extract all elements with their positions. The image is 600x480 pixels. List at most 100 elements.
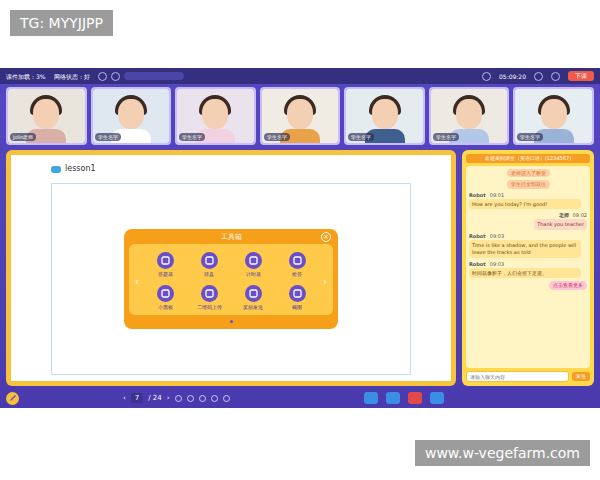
- chat-panel: 欢迎来到课堂（英语口语）(1234567)老师进入了教室学生已全部就位Robot…: [462, 150, 594, 386]
- slide-area: 工具箱 × ‹答题器转盘 计时器 抢答小黑板 二维码上传 奖励发送 截图 ›: [51, 183, 411, 375]
- top-right: 05:09:20 下课: [482, 71, 594, 80]
- participant-name: Jolin老师: [10, 133, 36, 141]
- sender-name: 老师: [559, 212, 569, 218]
- main-area: lesson1 工具箱 × ‹答题器转盘 计时器 抢答小黑板 二维码上传 奖励发送 截图 › 欢迎来…: [0, 148, 600, 388]
- message-text: Thank you teacher: [534, 219, 587, 230]
- video-tile[interactable]: 学生名字: [91, 87, 172, 145]
- chat-input[interactable]: [466, 371, 569, 382]
- message-time: 09:02: [573, 212, 587, 218]
- participant-name: 学生名字: [264, 133, 290, 141]
- end-class-button[interactable]: 下课: [568, 71, 594, 80]
- chat-list: 老师进入了教室学生已全部就位Robot09:01How are you toda…: [466, 166, 590, 369]
- lesson-header: lesson1: [51, 163, 411, 175]
- toolbox-title: 工具箱: [221, 232, 242, 243]
- tool-icon: [245, 285, 262, 302]
- message-time: 09:03: [490, 261, 504, 267]
- tool-label: 小黑板: [158, 304, 173, 310]
- chat-input-row: 发送: [466, 371, 590, 382]
- tool-label: 计时器: [246, 271, 261, 277]
- lesson-title: lesson1: [65, 163, 96, 175]
- tool-item[interactable]: 奖励发送: [231, 285, 275, 310]
- view-button[interactable]: [111, 72, 120, 81]
- page-dot[interactable]: [230, 320, 233, 323]
- class-time: 05:09:20: [499, 72, 526, 81]
- pencil-icon: [9, 394, 17, 402]
- chat-message: Robot09:01How are you today? I'm good!: [469, 192, 587, 210]
- message-header: Robot 09:03: [469, 261, 587, 267]
- participant-name: 学生名字: [348, 133, 374, 141]
- message-header: Robot09:01: [469, 192, 587, 198]
- chat-message: Robot09:03Time is like a shadow, and the…: [469, 233, 587, 258]
- prev-button[interactable]: ‹: [133, 274, 141, 289]
- message-text: 时间就像影子，人们会留下足迹。: [469, 268, 581, 279]
- zoom-icon[interactable]: [211, 395, 218, 402]
- side-tools: [364, 392, 444, 404]
- tool-label: 奖励发送: [243, 304, 263, 310]
- status-text: 网络状态：好: [54, 72, 90, 81]
- tool-item[interactable]: 转盘: [187, 252, 231, 277]
- send-button[interactable]: 发送: [572, 372, 590, 381]
- page-total: / 24: [148, 393, 162, 404]
- page-dots: [129, 320, 333, 323]
- video-tile[interactable]: 学生名字: [260, 87, 341, 145]
- tool-icon: [201, 285, 218, 302]
- video-tile[interactable]: 学生名字: [513, 87, 594, 145]
- status-text: 课件加载：3%: [6, 72, 46, 81]
- prev-page-button[interactable]: ‹: [123, 393, 126, 404]
- chat-notice: 学生已全部就位: [507, 180, 550, 189]
- pager: ‹ 7 / 24 ›: [123, 393, 230, 404]
- bottom-watermark-zone: www.w-vegefarm.com: [0, 408, 600, 480]
- toolbox-header: 工具箱 ×: [129, 231, 333, 244]
- tool-item[interactable]: 小黑板: [143, 285, 187, 310]
- message-time: 09:03: [490, 233, 504, 239]
- tool-button-icon[interactable]: [430, 392, 444, 404]
- chat-title: 欢迎来到课堂（英语口语）(1234567): [466, 154, 590, 163]
- top-bar: 课件加载：3% 网络状态：好 05:09:20 下课: [0, 68, 600, 84]
- zoom-icon[interactable]: [175, 395, 182, 402]
- zoom-icon[interactable]: [199, 395, 206, 402]
- video-tile[interactable]: 学生名字: [344, 87, 425, 145]
- status-bar-slot: [124, 72, 184, 80]
- tool-button-icon[interactable]: [386, 392, 400, 404]
- tool-icon: [289, 252, 306, 269]
- tool-icon: [289, 285, 306, 302]
- tool-label: 转盘: [204, 271, 214, 277]
- participant-name: 学生名字: [95, 133, 121, 141]
- next-button[interactable]: ›: [321, 274, 329, 289]
- message-text: How are you today? I'm good!: [469, 199, 581, 210]
- tool-item[interactable]: 答题器: [143, 252, 187, 277]
- whiteboard: lesson1 工具箱 × ‹答题器转盘 计时器 抢答小黑板 二维码上传 奖励发送 截图 ›: [6, 150, 456, 386]
- tool-item[interactable]: 抢答: [275, 252, 319, 277]
- next-page-button[interactable]: ›: [167, 393, 170, 404]
- settings-icon[interactable]: [534, 72, 543, 81]
- close-button[interactable]: ×: [321, 232, 331, 242]
- participant-name: 学生名字: [433, 133, 459, 141]
- tool-item[interactable]: 截图: [275, 285, 319, 310]
- sender-name: Robot: [469, 261, 486, 267]
- tool-label: 二维码上传: [197, 304, 222, 310]
- watermark: TG: MYYJJPP: [10, 10, 113, 36]
- toolbox-body: ‹答题器转盘 计时器 抢答小黑板 二维码上传 奖励发送 截图 ›: [129, 244, 333, 315]
- tool-item[interactable]: 计时器: [231, 252, 275, 277]
- tool-icon: [201, 252, 218, 269]
- page-number[interactable]: 7: [131, 393, 143, 404]
- toolbox-dialog: 工具箱 × ‹答题器转盘 计时器 抢答小黑板 二维码上传 奖励发送 截图 ›: [124, 229, 338, 329]
- tool-label: 截图: [292, 304, 302, 310]
- help-icon[interactable]: [551, 72, 560, 81]
- tool-button-icon[interactable]: [408, 392, 422, 404]
- more-button[interactable]: 点击查看更多: [549, 281, 587, 290]
- message-text: Time is like a shadow, and the people wi…: [469, 240, 581, 258]
- message-time: 09:01: [490, 192, 504, 198]
- zoom-icon[interactable]: [223, 395, 230, 402]
- slide-page: lesson1 工具箱 × ‹答题器转盘 计时器 抢答小黑板 二维码上传 奖励发送 截图 ›: [11, 155, 451, 381]
- participant-name: 学生名字: [179, 133, 205, 141]
- view-button[interactable]: [98, 72, 107, 81]
- tool-button-icon[interactable]: [364, 392, 378, 404]
- pencil-button[interactable]: [6, 392, 19, 405]
- tool-item[interactable]: 二维码上传: [187, 285, 231, 310]
- video-tile[interactable]: 学生名字: [175, 87, 256, 145]
- video-tile[interactable]: 学生名字: [429, 87, 510, 145]
- video-tile[interactable]: Jolin老师: [6, 87, 87, 145]
- classroom-app: 课件加载：3%网络状态：好05:09:20下课Jolin老师学生名字学生名字学生…: [0, 68, 600, 408]
- zoom-icon[interactable]: [187, 395, 194, 402]
